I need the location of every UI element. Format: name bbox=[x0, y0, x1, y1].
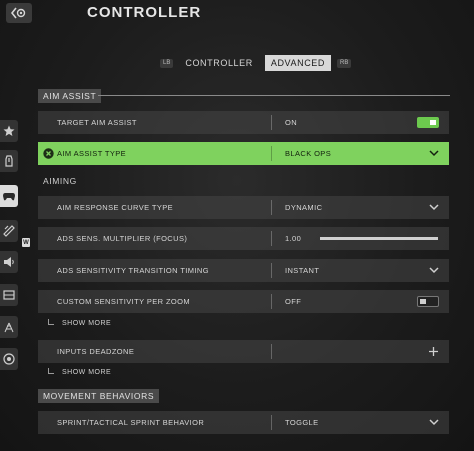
row-divider bbox=[271, 344, 272, 359]
rb-hint: RB bbox=[337, 58, 352, 68]
page-title: CONTROLLER bbox=[87, 4, 202, 21]
setting-target-aim-assist[interactable]: TARGET AIM ASSIST ON bbox=[38, 111, 449, 134]
setting-label: SPRINT/TACTICAL SPRINT BEHAVIOR bbox=[57, 418, 205, 427]
tree-elbow bbox=[48, 318, 54, 325]
setting-label: CUSTOM SENSITIVITY PER ZOOM bbox=[57, 297, 191, 306]
new-badge: W bbox=[22, 238, 30, 247]
sidebar-item-interface[interactable] bbox=[0, 220, 18, 242]
setting-value: TOGGLE bbox=[285, 418, 319, 427]
speaker-icon bbox=[4, 257, 14, 267]
row-divider bbox=[271, 115, 272, 130]
section-divider bbox=[98, 95, 450, 96]
setting-value: OFF bbox=[285, 297, 302, 306]
setting-inputs-deadzone[interactable]: INPUTS DEADZONE bbox=[38, 340, 449, 363]
account-icon bbox=[3, 353, 15, 365]
setting-label: AIM RESPONSE CURVE TYPE bbox=[57, 203, 174, 212]
star-icon bbox=[3, 125, 15, 136]
ads-multiplier-slider[interactable] bbox=[320, 237, 438, 240]
sidebar-item-audio[interactable] bbox=[0, 251, 18, 273]
chevron-down-icon[interactable] bbox=[429, 203, 439, 211]
show-more-label: SHOW MORE bbox=[62, 320, 112, 327]
row-divider bbox=[271, 200, 272, 215]
setting-label: AIM ASSIST TYPE bbox=[57, 149, 127, 158]
setting-value: 1.00 bbox=[285, 234, 302, 243]
setting-label: ADS SENS. MULTIPLIER (FOCUS) bbox=[57, 234, 188, 243]
setting-label: INPUTS DEADZONE bbox=[57, 347, 135, 356]
show-more-aiming[interactable]: SHOW MORE bbox=[48, 318, 112, 327]
section-aim-assist: AIM ASSIST bbox=[38, 89, 102, 103]
setting-value: DYNAMIC bbox=[285, 203, 323, 212]
setting-aim-assist-type[interactable]: AIM ASSIST TYPE BLACK OPS bbox=[38, 142, 449, 165]
chevron-down-icon[interactable] bbox=[429, 266, 439, 274]
tab-bar: LB CONTROLLER ADVANCED RB bbox=[160, 55, 352, 71]
back-icon bbox=[11, 7, 26, 19]
setting-label: TARGET AIM ASSIST bbox=[57, 118, 137, 127]
row-divider bbox=[271, 263, 272, 278]
setting-aim-response-curve[interactable]: AIM RESPONSE CURVE TYPE DYNAMIC bbox=[38, 196, 449, 219]
sidebar-item-favorites[interactable] bbox=[0, 120, 18, 142]
sidebar-item-display[interactable] bbox=[0, 284, 18, 306]
sidebar-item-controller[interactable] bbox=[0, 185, 18, 207]
section-movement-behaviors: MOVEMENT BEHAVIORS bbox=[38, 389, 160, 403]
setting-sprint-behavior[interactable]: SPRINT/TACTICAL SPRINT BEHAVIOR TOGGLE bbox=[38, 411, 449, 434]
setting-ads-multiplier[interactable]: ADS SENS. MULTIPLIER (FOCUS) 1.00 bbox=[38, 227, 449, 250]
network-icon bbox=[4, 322, 14, 333]
show-more-deadzone[interactable]: SHOW MORE bbox=[48, 367, 112, 376]
row-divider bbox=[271, 294, 272, 309]
display-icon bbox=[3, 290, 15, 300]
section-aiming: AIMING bbox=[43, 176, 77, 186]
setting-custom-sensitivity-per-zoom[interactable]: CUSTOM SENSITIVITY PER ZOOM OFF bbox=[38, 290, 449, 313]
row-divider bbox=[271, 231, 272, 246]
chevron-down-icon[interactable] bbox=[429, 149, 439, 157]
show-more-label: SHOW MORE bbox=[62, 369, 112, 376]
tab-controller[interactable]: CONTROLLER bbox=[179, 55, 259, 71]
controller-trigger-icon bbox=[5, 155, 13, 167]
setting-value: ON bbox=[285, 118, 298, 127]
tab-advanced[interactable]: ADVANCED bbox=[264, 55, 332, 71]
row-divider bbox=[271, 415, 272, 430]
back-button[interactable] bbox=[6, 3, 32, 23]
target-aim-assist-toggle[interactable] bbox=[417, 117, 439, 128]
custom-sensitivity-toggle[interactable] bbox=[417, 296, 439, 307]
sidebar-item-network[interactable] bbox=[0, 316, 18, 338]
interface-icon bbox=[3, 225, 15, 237]
chevron-down-icon[interactable] bbox=[429, 418, 439, 426]
slider-fill bbox=[320, 237, 438, 240]
setting-ads-transition-timing[interactable]: ADS SENSITIVITY TRANSITION TIMING INSTAN… bbox=[38, 259, 449, 282]
lb-hint: LB bbox=[160, 58, 174, 68]
gamepad-icon bbox=[3, 193, 15, 201]
reset-x-icon bbox=[43, 148, 54, 159]
setting-label: ADS SENSITIVITY TRANSITION TIMING bbox=[57, 266, 209, 275]
sidebar-item-controls[interactable] bbox=[0, 150, 18, 172]
tree-elbow bbox=[48, 367, 54, 374]
expand-plus-icon[interactable] bbox=[428, 346, 439, 357]
setting-value: INSTANT bbox=[285, 266, 320, 275]
row-divider bbox=[271, 146, 272, 161]
sidebar-item-account[interactable] bbox=[0, 348, 18, 370]
setting-value: BLACK OPS bbox=[285, 149, 332, 158]
